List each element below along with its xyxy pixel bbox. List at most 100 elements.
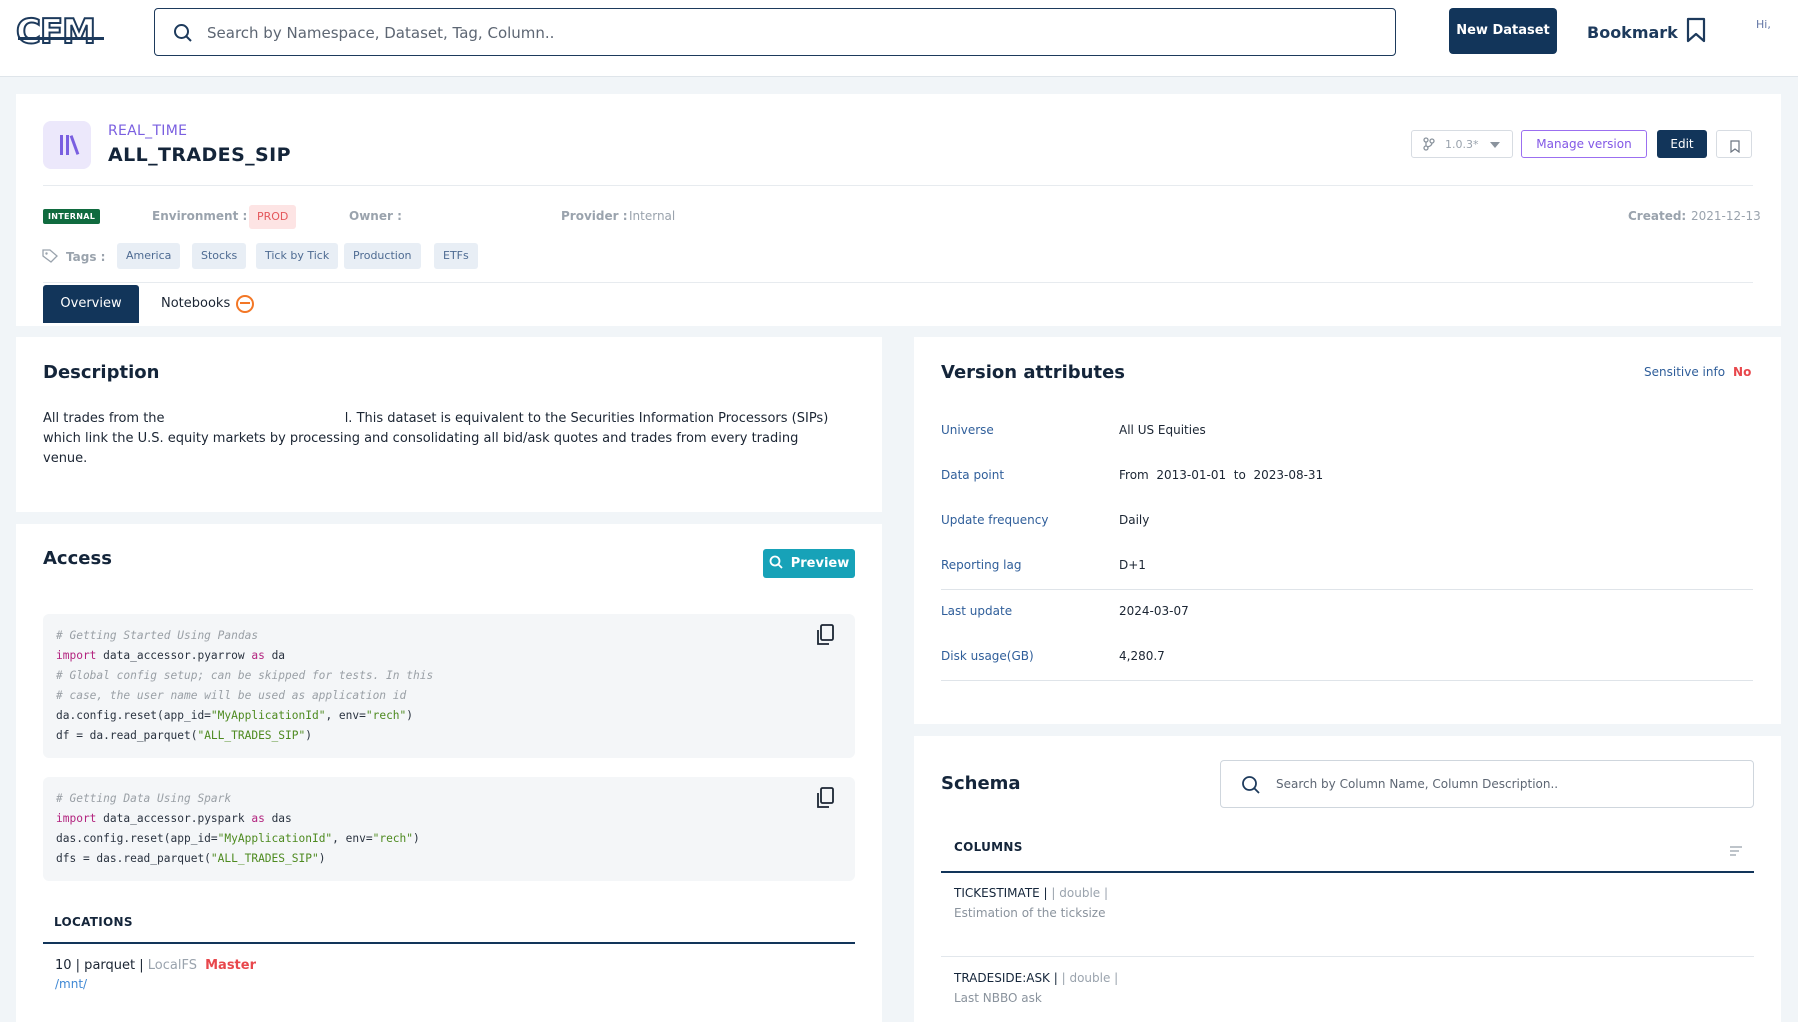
description-card: Description All trades from the l. This …	[16, 337, 882, 512]
column-search-placeholder: Search by Column Name, Column Descriptio…	[1276, 777, 1559, 791]
reporting-lag-label: Reporting lag	[941, 558, 1022, 572]
code-string: "rech"	[365, 709, 407, 722]
last-update-label: Last update	[941, 604, 1013, 618]
search-placeholder: Search by Namespace, Dataset, Tag, Colum…	[207, 24, 555, 42]
code-text: )	[305, 729, 312, 742]
schema-title: Schema	[941, 773, 1021, 794]
code-comment: # Getting Started Using Pandas	[56, 629, 259, 642]
search-icon	[173, 23, 193, 47]
sort-icon[interactable]	[1729, 842, 1743, 861]
new-dataset-button[interactable]: New Dataset	[1449, 8, 1557, 54]
column-search-input[interactable]: Search by Column Name, Column Descriptio…	[1220, 760, 1754, 808]
code-keyword: import	[56, 812, 97, 825]
divider	[941, 589, 1753, 590]
code-comment: # Global config setup; can be skipped fo…	[56, 669, 434, 682]
provider-label: Provider :	[561, 209, 628, 223]
divider	[43, 185, 1753, 186]
universe-label: Universe	[941, 423, 994, 437]
location-path-link[interactable]: /mnt/	[55, 977, 87, 991]
divider	[941, 956, 1754, 957]
data-point-start: 2013-01-01	[1156, 468, 1227, 482]
code-text: )	[318, 852, 326, 865]
pandas-code-block[interactable]: # Getting Started Using Pandas import da…	[43, 614, 855, 758]
provider-value: Internal	[629, 209, 676, 223]
tags-label: Tags :	[66, 250, 106, 264]
description-title: Description	[43, 362, 160, 383]
environment-badge: PROD	[249, 205, 297, 229]
divider	[941, 871, 1754, 873]
bookmark-label: Bookmark	[1587, 22, 1678, 42]
environment-label: Environment :	[152, 209, 248, 223]
user-greeting[interactable]: Hi,	[1756, 18, 1771, 31]
code-text: , env=	[332, 832, 373, 845]
preview-label: Preview	[790, 556, 850, 571]
bookmark-icon	[1730, 138, 1740, 157]
version-value: 1.0.3*	[1445, 138, 1479, 151]
columns-title: COLUMNS	[954, 840, 1023, 854]
column-description: Last NBBO ask	[954, 991, 1042, 1005]
code-text: da.config.reset(app_id=	[56, 709, 211, 722]
location-row: 10 | parquet | LocalFS Master	[55, 958, 256, 973]
disk-usage-label: Disk usage(GB)	[941, 649, 1034, 663]
update-frequency-label: Update frequency	[941, 513, 1049, 527]
data-point-end: 2023-08-31	[1253, 468, 1324, 482]
code-comment: # Getting Data Using Spark	[56, 792, 232, 805]
schema-card: Schema Search by Column Name, Column Des…	[914, 736, 1781, 1022]
dataset-namespace[interactable]: REAL_TIME	[108, 123, 187, 139]
search-icon	[1241, 775, 1261, 799]
code-comment: # case, the user name will be used as ap…	[56, 689, 407, 702]
bookmark-dataset-button[interactable]	[1716, 130, 1752, 158]
code-text: data_accessor.pyarrow	[96, 649, 252, 662]
bookmark-button[interactable]: Bookmark	[1587, 17, 1706, 47]
locations-title: LOCATIONS	[54, 915, 133, 929]
tag-chip[interactable]: America	[117, 243, 181, 269]
sensitive-value: No	[1733, 365, 1752, 379]
column-name[interactable]: TRADESIDE:ASK | | double |	[954, 971, 1118, 985]
code-string: "ALL_TRADES_SIP"	[197, 729, 306, 742]
created-label: Created:	[1628, 209, 1687, 223]
code-text: dfs = das.read_parquet(	[56, 852, 211, 865]
tag-chip[interactable]: Stocks	[192, 243, 247, 269]
code-text: )	[413, 832, 420, 845]
code-string: "MyApplicationId"	[217, 832, 333, 845]
update-frequency-value: Daily	[1119, 513, 1150, 527]
jupyter-icon	[236, 295, 255, 313]
tag-chip[interactable]: Production	[344, 243, 421, 269]
global-search-input[interactable]: Search by Namespace, Dataset, Tag, Colum…	[154, 8, 1396, 56]
access-title: Access	[43, 548, 112, 569]
tag-icon	[42, 248, 58, 267]
top-bar: CFM Search by Namespace, Dataset, Tag, C…	[0, 0, 1798, 77]
tag-chip[interactable]: ETFs	[434, 243, 478, 269]
dataset-icon	[43, 121, 91, 169]
column-name[interactable]: TICKESTIMATE | | double |	[954, 886, 1108, 900]
cfm-logo[interactable]: CFM	[15, 13, 106, 51]
code-text: df = da.read_parquet(	[56, 729, 198, 742]
description-text-part1: All trades from the	[43, 411, 165, 426]
edit-button[interactable]: Edit	[1657, 130, 1707, 158]
code-text: da	[264, 649, 286, 662]
code-text: data_accessor.pyspark	[96, 812, 252, 825]
data-point-value: From 2013-01-01 to 2023-08-31	[1119, 468, 1323, 482]
dataset-header-card: REAL_TIME ALL_TRADES_SIP 1.0.3* Manage v…	[16, 94, 1781, 326]
column-name-text: TRADESIDE:ASK	[954, 971, 1050, 985]
preview-button[interactable]: Preview	[763, 549, 855, 578]
last-update-value: 2024-03-07	[1119, 604, 1189, 618]
code-keyword: as	[251, 812, 265, 825]
bookmark-icon	[1686, 17, 1706, 47]
version-select[interactable]: 1.0.3*	[1411, 130, 1513, 158]
disk-usage-value: 4,280.7	[1119, 649, 1165, 663]
tab-notebooks[interactable]: Notebooks	[161, 285, 255, 323]
spark-code-block[interactable]: # Getting Data Using Spark import data_a…	[43, 777, 855, 881]
code-text: )	[406, 709, 414, 722]
divider	[43, 942, 855, 944]
description-text: All trades from the l. This dataset is e…	[43, 409, 843, 469]
sensitive-info: Sensitive info No	[1644, 365, 1751, 379]
manage-version-button[interactable]: Manage version	[1521, 130, 1647, 158]
copy-icon[interactable]	[815, 624, 835, 653]
tag-chip[interactable]: Tick by Tick	[256, 243, 339, 269]
copy-icon[interactable]	[815, 787, 835, 816]
tab-overview[interactable]: Overview	[43, 285, 139, 323]
column-name-text: TICKESTIMATE	[954, 886, 1040, 900]
column-description: Estimation of the ticksize	[954, 906, 1106, 920]
version-attributes-title: Version attributes	[941, 362, 1125, 383]
